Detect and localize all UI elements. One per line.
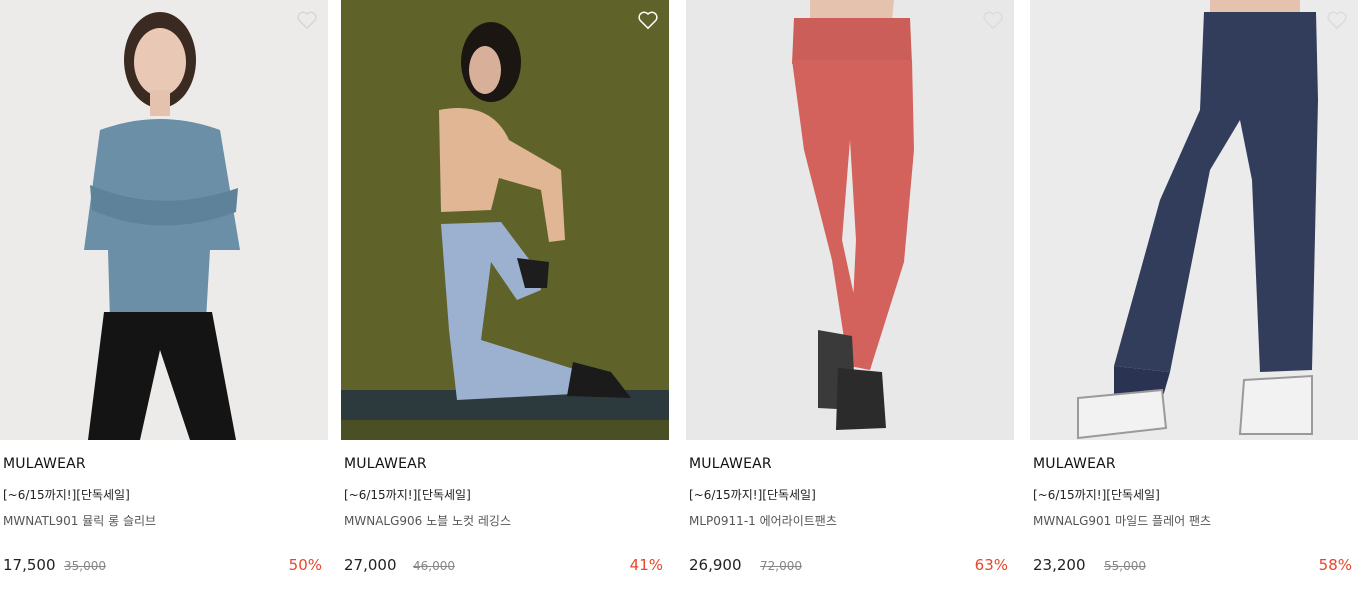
product-name[interactable]: MLP0911-1 에어라이트팬츠 bbox=[689, 512, 837, 529]
discount-rate: 41% bbox=[629, 556, 663, 574]
product-photo-leggings bbox=[341, 0, 669, 440]
original-price: 55,000 bbox=[1104, 559, 1146, 573]
product-image[interactable] bbox=[686, 0, 1014, 440]
wishlist-heart-icon[interactable] bbox=[637, 10, 659, 30]
product-card[interactable]: MULAWEAR [~6/15까지!][단독세일] MLP0911-1 에어라이… bbox=[686, 0, 1014, 574]
wishlist-heart-icon[interactable] bbox=[296, 10, 318, 30]
promo-tag: [~6/15까지!][단독세일] bbox=[344, 488, 471, 502]
product-card[interactable]: MULAWEAR [~6/15까지!][단독세일] MWNALG906 노블 노… bbox=[341, 0, 669, 574]
sale-price: 23,200 bbox=[1033, 556, 1086, 574]
product-name[interactable]: MWNALG901 마일드 플레어 팬츠 bbox=[1033, 512, 1211, 529]
product-photo-long-sleeve bbox=[0, 0, 328, 440]
product-card[interactable]: MULAWEAR [~6/15까지!][단독세일] MWNATL901 뮬릭 롱… bbox=[0, 0, 328, 574]
product-card[interactable]: MULAWEAR [~6/15까지!][단독세일] MWNALG901 마일드 … bbox=[1030, 0, 1358, 574]
discount-rate: 63% bbox=[974, 556, 1008, 574]
original-price: 72,000 bbox=[760, 559, 802, 573]
sale-price: 17,500 bbox=[3, 556, 56, 574]
product-name[interactable]: MWNATL901 뮬릭 롱 슬리브 bbox=[3, 512, 156, 529]
original-price: 35,000 bbox=[64, 559, 106, 573]
product-image[interactable] bbox=[341, 0, 669, 440]
product-image[interactable] bbox=[1030, 0, 1358, 440]
product-image[interactable] bbox=[0, 0, 328, 440]
original-price: 46,000 bbox=[413, 559, 455, 573]
promo-tag: [~6/15까지!][단독세일] bbox=[689, 488, 816, 502]
brand-name[interactable]: MULAWEAR bbox=[1033, 456, 1116, 472]
brand-name[interactable]: MULAWEAR bbox=[689, 456, 772, 472]
wishlist-heart-icon[interactable] bbox=[1326, 10, 1348, 30]
product-photo-flare-pants bbox=[1030, 0, 1358, 440]
product-photo-pants-coral bbox=[686, 0, 1014, 440]
discount-rate: 58% bbox=[1318, 556, 1352, 574]
brand-name[interactable]: MULAWEAR bbox=[344, 456, 427, 472]
product-name[interactable]: MWNALG906 노블 노컷 레깅스 bbox=[344, 512, 511, 529]
discount-rate: 50% bbox=[288, 556, 322, 574]
promo-tag: [~6/15까지!][단독세일] bbox=[1033, 488, 1160, 502]
sale-price: 26,900 bbox=[689, 556, 742, 574]
brand-name[interactable]: MULAWEAR bbox=[3, 456, 86, 472]
promo-tag: [~6/15까지!][단독세일] bbox=[3, 488, 130, 502]
wishlist-heart-icon[interactable] bbox=[982, 10, 1004, 30]
sale-price: 27,000 bbox=[344, 556, 397, 574]
